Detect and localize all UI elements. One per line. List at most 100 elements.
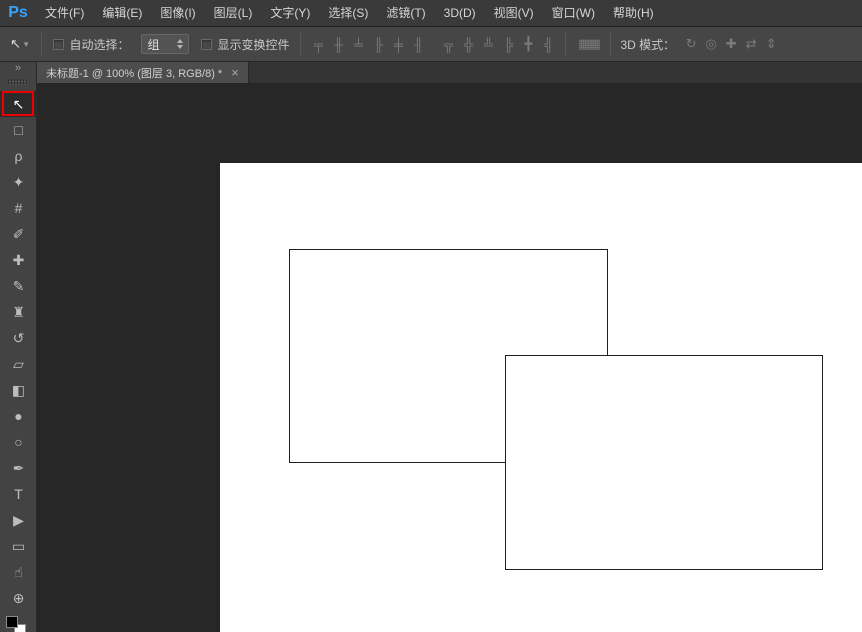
annotation-highlight-box xyxy=(2,91,34,116)
align-left-edges-icon[interactable]: ╟ xyxy=(368,33,388,55)
3d-roll-icon[interactable]: ◎ xyxy=(701,33,721,55)
panel-grip xyxy=(8,79,28,85)
collapse-panel-button[interactable]: » xyxy=(0,62,36,76)
tools-panel: » ↖ □ ρ ✦ # ✐ ✚ ✎ ♜ ↺ ▱ ◧ ● ○ ✒ T ▶ ▭ ☝ ⊕ xyxy=(0,62,37,632)
menu-item-filter[interactable]: 滤镜(T) xyxy=(377,0,434,27)
layer-rectangle-2 xyxy=(505,355,823,570)
document-tab[interactable]: 未标题-1 @ 100% (图层 3, RGB/8) * × xyxy=(37,62,249,83)
pen-tool[interactable]: ✒ xyxy=(0,455,37,481)
3d-mode-buttons: ↻ ◎ ✚ ⇄ ⇕ xyxy=(681,33,781,55)
blur-tool[interactable]: ● xyxy=(0,403,37,429)
document-tabs: 未标题-1 @ 100% (图层 3, RGB/8) * × xyxy=(37,62,862,84)
gradient-tool[interactable]: ◧ xyxy=(0,377,37,403)
separator xyxy=(610,32,612,56)
menu-item-help[interactable]: 帮助(H) xyxy=(604,0,663,27)
lasso-tool-icon: ρ xyxy=(14,148,23,164)
distribute-left-edges-icon[interactable]: ╠ xyxy=(498,33,518,55)
hand-tool-icon: ☝ xyxy=(14,563,23,580)
rectangular-marquee-tool[interactable]: □ xyxy=(0,117,37,143)
clone-stamp-tool[interactable]: ♜ xyxy=(0,299,37,325)
brush-tool-icon: ✎ xyxy=(12,277,25,294)
align-vertical-centers-icon[interactable]: ╫ xyxy=(328,33,348,55)
canvas-area xyxy=(37,84,862,632)
menu-items: 文件(F) 编辑(E) 图像(I) 图层(L) 文字(Y) 选择(S) 滤镜(T) 3D(D)… xyxy=(36,0,663,27)
menu-item-layer[interactable]: 图层(L) xyxy=(205,0,262,27)
lasso-tool[interactable]: ρ xyxy=(0,143,37,169)
photoshop-window: Ps 文件(F) 编辑(E) 图像(I) 图层(L) 文字(Y) 选择(S) 滤镜(T) 3D… xyxy=(0,0,862,632)
show-transform-option[interactable]: 显示变换控件 xyxy=(201,36,289,53)
dodge-tool-icon: ○ xyxy=(14,434,23,450)
rectangle-tool[interactable]: ▭ xyxy=(0,533,37,559)
path-selection-tool[interactable]: ▶ xyxy=(0,507,37,533)
menu-item-select[interactable]: 选择(S) xyxy=(319,0,377,27)
eraser-tool-icon: ▱ xyxy=(13,355,24,372)
menu-item-type[interactable]: 文字(Y) xyxy=(261,0,319,27)
brush-tool[interactable]: ✎ xyxy=(0,273,37,299)
crop-tool[interactable]: # xyxy=(0,195,37,221)
clone-stamp-tool-icon: ♜ xyxy=(12,303,25,320)
photoshop-logo: Ps xyxy=(8,4,28,21)
spot-healing-brush-tool-icon: ✚ xyxy=(12,251,25,268)
distribute-bottom-edges-icon[interactable]: ╩ xyxy=(478,33,498,55)
distribute-vertical-centers-icon[interactable]: ╬ xyxy=(458,33,478,55)
foreground-color-swatch[interactable] xyxy=(6,616,18,628)
history-brush-tool[interactable]: ↺ xyxy=(0,325,37,351)
auto-select-option[interactable]: 自动选择： xyxy=(53,36,129,53)
zoom-tool[interactable]: ⊕ xyxy=(0,585,37,611)
dodge-tool[interactable]: ○ xyxy=(0,429,37,455)
distribute-top-edges-icon[interactable]: ╦ xyxy=(438,33,458,55)
show-transform-checkbox[interactable] xyxy=(201,38,213,50)
align-right-edges-icon[interactable]: ╢ xyxy=(408,33,428,55)
distribute-right-edges-icon[interactable]: ╣ xyxy=(538,33,558,55)
spot-healing-brush-tool[interactable]: ✚ xyxy=(0,247,37,273)
type-tool[interactable]: T xyxy=(0,481,37,507)
move-tool-icon: ↖ xyxy=(10,36,21,51)
3d-pan-icon[interactable]: ✚ xyxy=(721,33,741,55)
eyedropper-tool-icon: ✐ xyxy=(12,225,25,242)
separator xyxy=(41,32,43,56)
3d-slide-icon[interactable]: ⇄ xyxy=(741,33,761,55)
rectangular-marquee-tool-icon: □ xyxy=(14,122,23,138)
rectangle-tool-icon: ▭ xyxy=(11,537,26,554)
auto-select-target-value: 组 xyxy=(147,37,160,52)
auto-select-target-dropdown[interactable]: 组 xyxy=(141,34,190,54)
3d-scale-icon[interactable]: ⇕ xyxy=(761,33,781,55)
menu-item-view[interactable]: 视图(V) xyxy=(485,0,543,27)
menu-item-file[interactable]: 文件(F) xyxy=(36,0,93,27)
3d-mode-label: 3D 模式： xyxy=(620,37,676,52)
eraser-tool[interactable]: ▱ xyxy=(0,351,37,377)
dropdown-stepper-icon xyxy=(177,39,184,49)
menu-item-3d[interactable]: 3D(D) xyxy=(435,0,485,27)
zoom-tool-icon: ⊕ xyxy=(12,589,25,606)
separator xyxy=(565,32,567,56)
align-horizontal-centers-icon[interactable]: ╪ xyxy=(388,33,408,55)
auto-select-label: 自动选择： xyxy=(69,37,130,52)
menu-item-window[interactable]: 窗口(W) xyxy=(543,0,604,27)
type-tool-icon: T xyxy=(14,486,23,502)
crop-tool-icon: # xyxy=(14,200,23,216)
document-canvas[interactable] xyxy=(220,163,862,632)
align-bottom-edges-icon[interactable]: ╧ xyxy=(348,33,368,55)
hand-tool[interactable]: ☝ xyxy=(0,559,37,585)
show-transform-label: 显示变换控件 xyxy=(217,37,290,52)
menu-item-image[interactable]: 图像(I) xyxy=(151,0,204,27)
pen-tool-icon: ✒ xyxy=(12,459,25,476)
eyedropper-tool[interactable]: ✐ xyxy=(0,221,37,247)
auto-select-checkbox[interactable] xyxy=(53,38,65,50)
move-tool-icon: ↖ xyxy=(12,95,25,112)
align-top-edges-icon[interactable]: ╤ xyxy=(308,33,328,55)
menu-item-edit[interactable]: 编辑(E) xyxy=(93,0,151,27)
history-brush-tool-icon: ↺ xyxy=(12,329,25,346)
tool-list: ↖ □ ρ ✦ # ✐ ✚ ✎ ♜ ↺ ▱ ◧ ● ○ ✒ T ▶ ▭ ☝ ⊕ xyxy=(0,91,37,611)
tool-preset-picker[interactable]: ↖ ▾ xyxy=(0,32,34,56)
alignment-buttons: ╤ ╫ ╧ ╟ ╪ ╢ ╦ ╬ ╩ ╠ ╋ ╣ xyxy=(308,33,558,55)
chevron-down-icon: ▾ xyxy=(23,38,29,49)
distribute-horizontal-centers-icon[interactable]: ╋ xyxy=(518,33,538,55)
color-swatches[interactable] xyxy=(6,616,30,632)
quick-selection-tool[interactable]: ✦ xyxy=(0,169,37,195)
move-tool[interactable]: ↖ xyxy=(0,91,37,117)
close-icon[interactable]: × xyxy=(231,66,239,79)
options-bar: ↖ ▾ 自动选择： 组 显示变换控件 ╤ ╫ ╧ ╟ ╪ ╢ ╦ ╬ ╩ ╠ ╋ ╣ ▦▦ 3D 模式… xyxy=(0,27,862,62)
auto-align-layers-icon[interactable]: ▦▦ xyxy=(573,33,603,55)
3d-orbit-icon[interactable]: ↻ xyxy=(681,33,701,55)
